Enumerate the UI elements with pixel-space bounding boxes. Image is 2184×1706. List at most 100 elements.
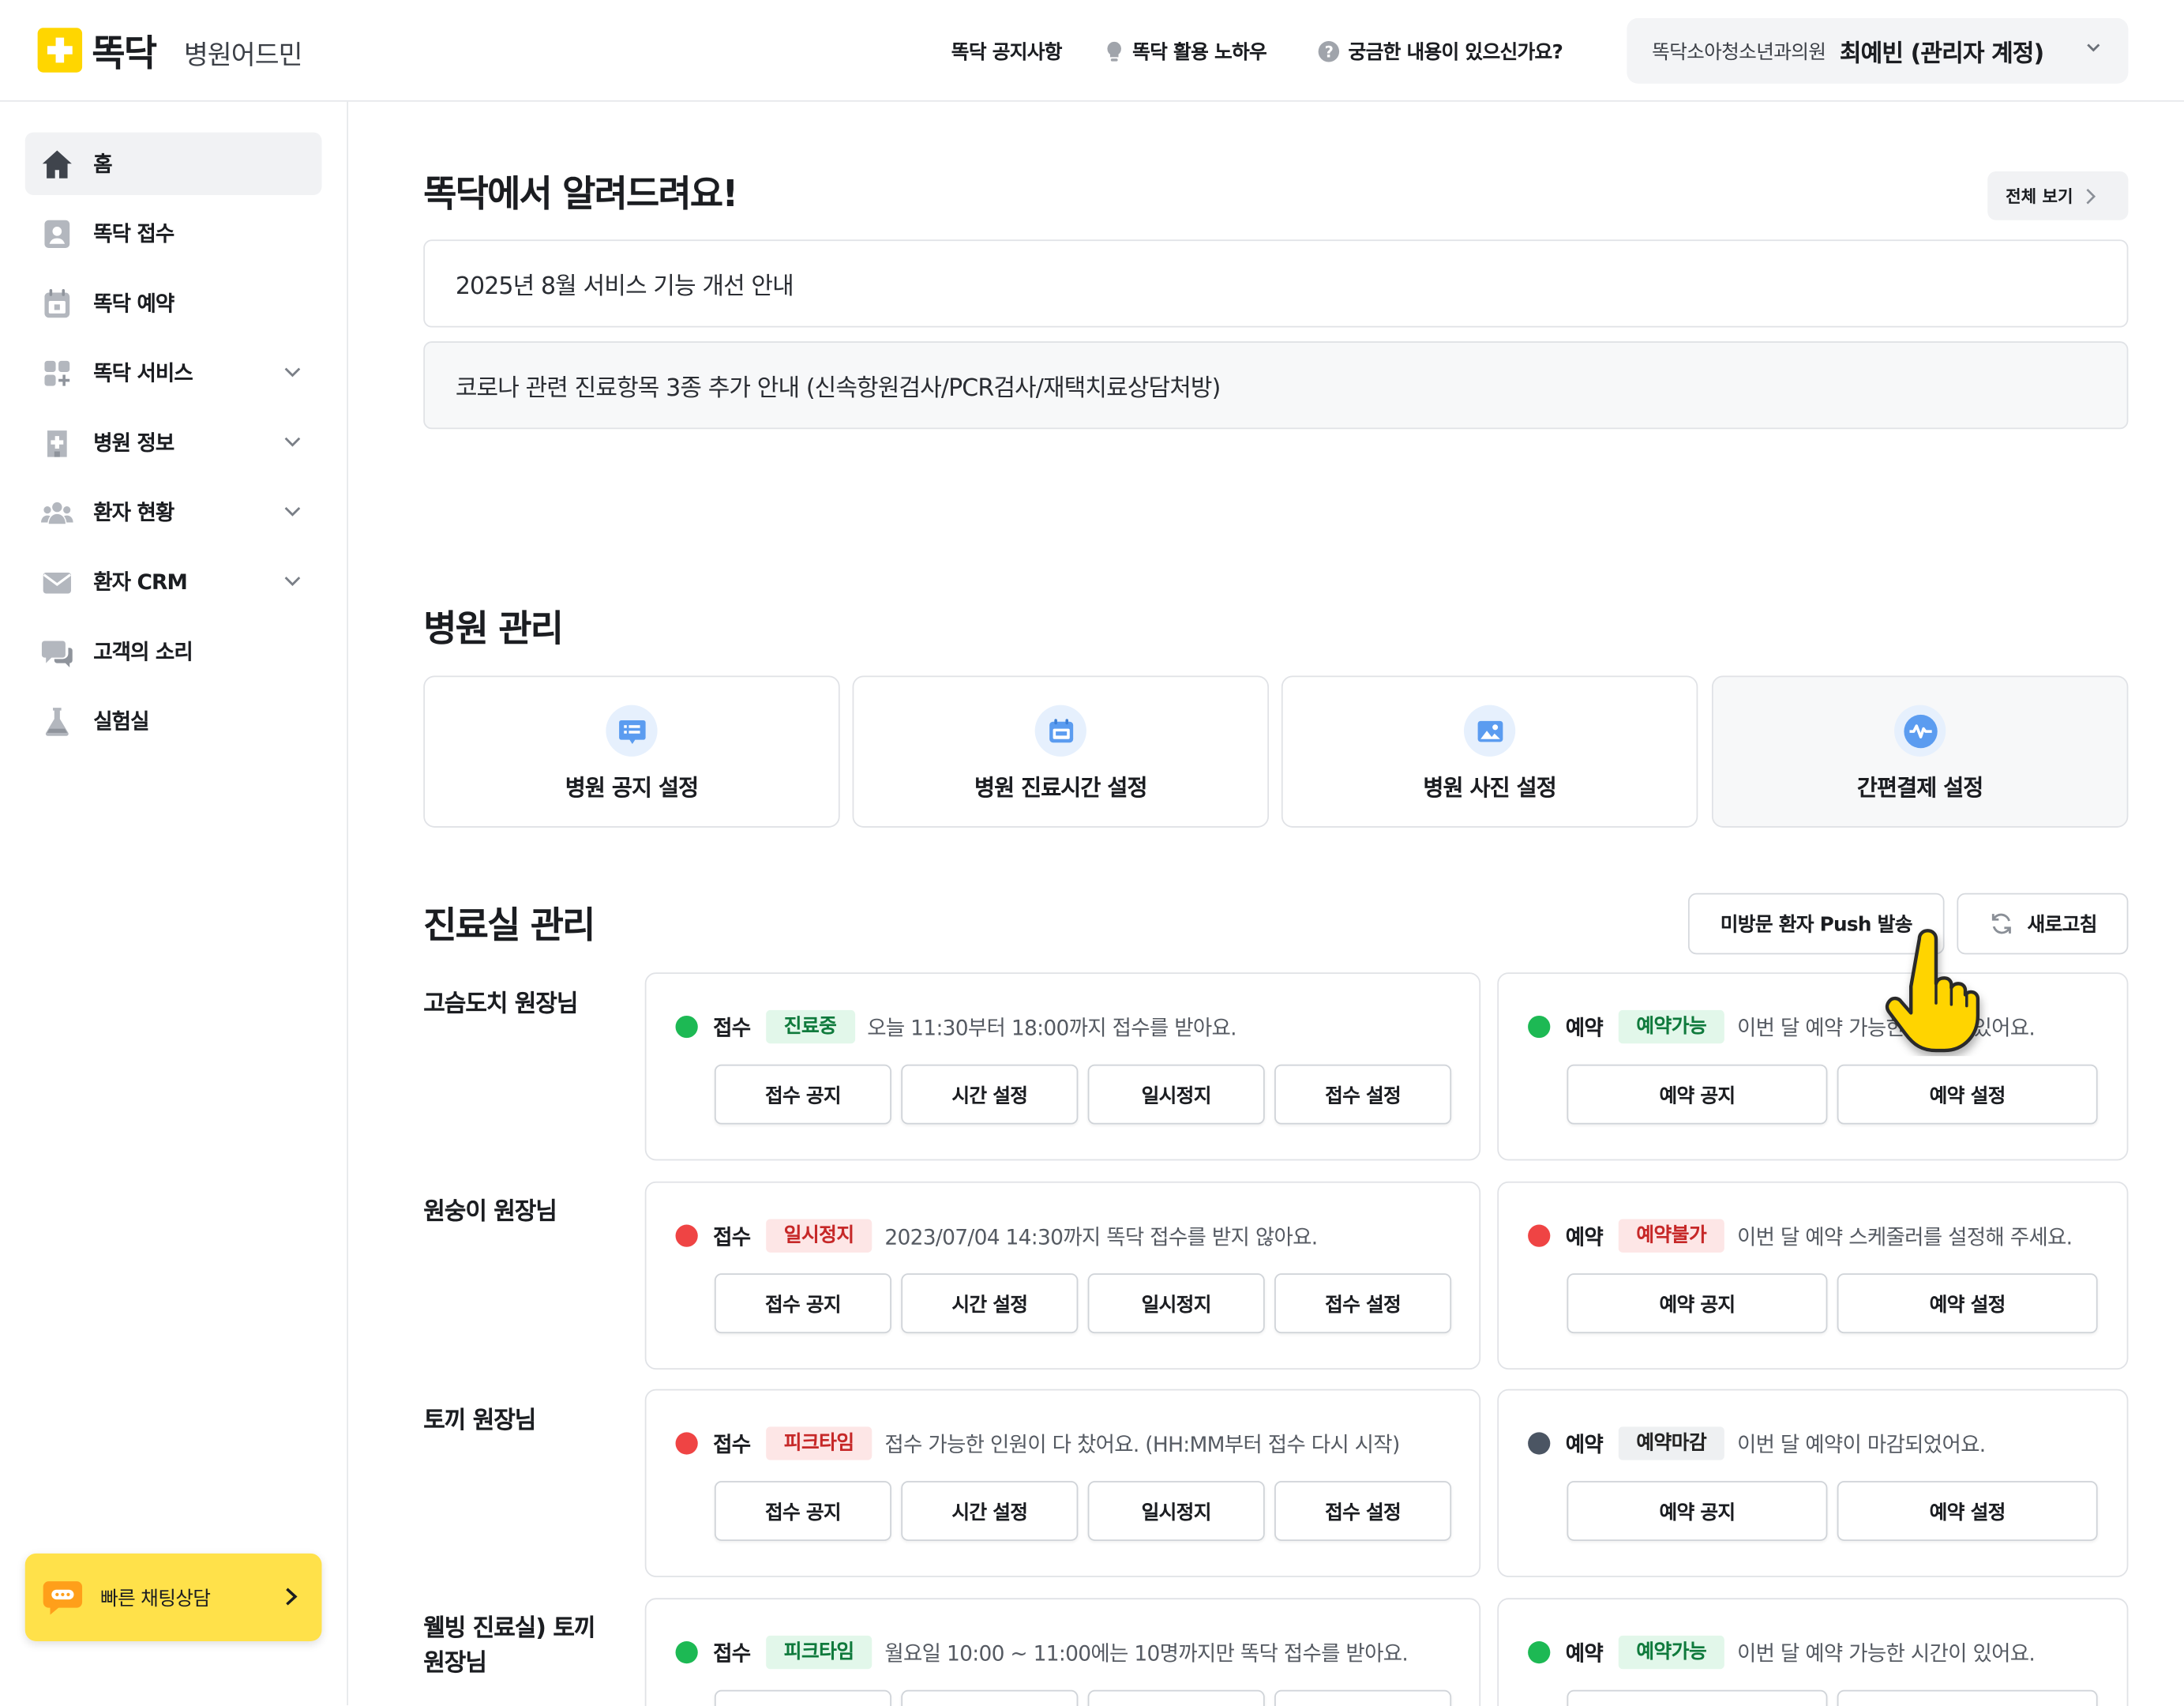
flask-icon: [45, 707, 69, 735]
reservation-type-label: 예약: [1565, 1640, 1604, 1666]
status-badge: 예약가능: [1618, 1009, 1725, 1044]
view-all-button[interactable]: 전체 보기: [1987, 171, 2129, 220]
sidebar-item-label: 똑닥 예약: [93, 291, 174, 317]
chevron-right-icon: [2087, 188, 2096, 204]
brand-subtitle: 병원어드민: [183, 40, 303, 71]
reception-action-button[interactable]: 접수 공지: [714, 1689, 891, 1706]
management-title: 병원 관리: [423, 608, 564, 651]
sidebar-item-reception[interactable]: 똑닥 접수: [25, 202, 322, 265]
nav-faq-link[interactable]: ? 궁금한 내용이 있으신가요?: [1318, 38, 1563, 66]
chevron-down-icon: [284, 437, 301, 447]
easy-payment-settings-card[interactable]: 간편결제 설정: [1711, 675, 2129, 828]
sidebar-item-home[interactable]: 홈: [24, 132, 322, 195]
reception-action-button[interactable]: 시간 설정: [901, 1064, 1079, 1125]
reservation-action-button[interactable]: 예약 설정: [1837, 1064, 2098, 1125]
reception-icon: [44, 219, 70, 248]
sidebar-item-label: 환자 CRM: [93, 569, 188, 596]
status-badge: 예약가능: [1618, 1635, 1725, 1670]
mail-icon: [43, 572, 72, 593]
reception-status-row: 접수 진료중 오늘 11:30부터 18:00까지 접수를 받아요.: [675, 1009, 1237, 1044]
reception-status-row: 접수 피크타임 접수 가능한 인원이 다 찼어요. (HH:MM부터 접수 다시 시…: [675, 1426, 1400, 1460]
reservation-action-button[interactable]: 예약 공지: [1567, 1064, 1828, 1125]
chevron-down-icon: [284, 367, 301, 378]
grid-plus-icon: [44, 359, 70, 385]
hospital-hours-settings-card[interactable]: 병원 진료시간 설정: [852, 675, 1270, 828]
reservation-type-label: 예약: [1565, 1015, 1604, 1040]
hospital-icon: [47, 430, 67, 457]
reservation-action-button[interactable]: 예약 설정: [1837, 1481, 2098, 1541]
reservation-action-button[interactable]: 예약 공지: [1567, 1481, 1828, 1541]
quick-chat-label: 빠른 채팅상담: [100, 1588, 211, 1610]
doctor-name: 웰빙 진료실) 토끼 원장님: [423, 1614, 595, 1678]
sidebar-item-label: 똑닥 서비스: [93, 360, 193, 386]
nav-tips-link[interactable]: 똑닥 활용 노하우: [1105, 38, 1267, 66]
doctor-name: 원숭이 원장님: [423, 1198, 557, 1227]
reception-action-button[interactable]: 접수 공지: [714, 1064, 891, 1125]
reservation-action-button[interactable]: 예약 공지: [1567, 1273, 1828, 1334]
status-description: 접수 가능한 인원이 다 찼어요. (HH:MM부터 접수 다시 시작): [884, 1431, 1400, 1457]
reception-action-button[interactable]: 일시정지: [1087, 1273, 1265, 1334]
reception-action-button[interactable]: 시간 설정: [901, 1689, 1079, 1706]
reception-action-button[interactable]: 접수 설정: [1274, 1064, 1452, 1125]
reservation-action-button[interactable]: 예약 공지: [1567, 1689, 1828, 1706]
reception-status-card: 접수 피크타임 접수 가능한 인원이 다 찼어요. (HH:MM부터 접수 다시 시…: [644, 1388, 1481, 1577]
sidebar-item-voc[interactable]: 고객의 소리: [25, 620, 322, 682]
reception-action-button[interactable]: 일시정지: [1087, 1689, 1265, 1706]
reservation-action-button[interactable]: 예약 설정: [1837, 1689, 2098, 1706]
status-dot-icon: [675, 1015, 698, 1039]
sidebar-item-lab[interactable]: 실험실: [25, 690, 322, 752]
sidebar-item-hospital-info[interactable]: 병원 정보: [25, 411, 322, 473]
notice-item[interactable]: 코로나 관련 진료항목 3종 추가 안내 (신속항원검사/PCR검사/재택치료상…: [423, 341, 2129, 430]
chevron-down-icon: [284, 577, 301, 586]
chevron-right-icon: [286, 1588, 298, 1606]
reception-action-button[interactable]: 시간 설정: [901, 1481, 1079, 1541]
sidebar-item-patients[interactable]: 환자 현황: [25, 481, 322, 543]
reservation-action-button[interactable]: 예약 설정: [1837, 1273, 2098, 1334]
reception-action-button[interactable]: 접수 공지: [714, 1481, 891, 1541]
reservation-status-card: 예약 예약가능 이번 달 예약 가능한 시간이 있어요. 예약 공지 예약 설정: [1497, 1598, 2129, 1706]
quick-chat-button[interactable]: 빠른 채팅상담: [24, 1553, 322, 1641]
reception-action-button[interactable]: 접수 설정: [1274, 1481, 1452, 1541]
chat-icon: [43, 1580, 83, 1614]
view-all-label: 전체 보기: [2006, 186, 2073, 207]
reception-action-button[interactable]: 시간 설정: [901, 1273, 1079, 1334]
sidebar-item-reservation[interactable]: 똑닥 예약: [25, 272, 322, 334]
notice-item[interactable]: 2025년 8월 서비스 기능 개선 안내: [423, 239, 2129, 328]
nav-notices-link[interactable]: 똑닥 공지사항: [951, 38, 1063, 66]
reception-action-button[interactable]: 접수 설정: [1274, 1273, 1452, 1334]
calendar-icon: [44, 288, 70, 318]
status-description: 이번 달 예약이 마감되었어요.: [1736, 1431, 1986, 1457]
top-header: 똑닥 병원어드민 똑닥 공지사항 똑닥 활용 노하우 ? 궁금한 내용이 있으신…: [0, 0, 2184, 102]
sidebar: 홈 똑닥 접수 똑닥 예약 똑닥 서비스 병원 정보 환자 현황 환자 CRM: [0, 101, 348, 1706]
reception-type-label: 접수: [713, 1640, 751, 1666]
status-dot-icon: [1528, 1640, 1551, 1664]
status-dot-icon: [675, 1432, 698, 1455]
people-icon: [41, 502, 73, 524]
reception-action-button[interactable]: 접수 설정: [1274, 1689, 1452, 1706]
notice-list-icon: [606, 705, 658, 757]
nav-faq-label: 궁금한 내용이 있으신가요?: [1348, 41, 1563, 65]
sidebar-item-crm[interactable]: 환자 CRM: [25, 551, 322, 613]
account-dropdown[interactable]: 똑닥소아청소년과의원 최예빈 (관리자 계정): [1627, 17, 2129, 84]
hospital-photo-settings-card[interactable]: 병원 사진 설정: [1281, 675, 1698, 828]
status-badge: 일시정지: [765, 1219, 872, 1253]
brand-logo[interactable]: 똑닥: [92, 25, 157, 77]
reservation-type-label: 예약: [1565, 1223, 1604, 1249]
status-badge: 예약마감: [1618, 1426, 1725, 1460]
status-description: 월요일 10:00 ~ 11:00에는 10명까지만 똑닥 접수를 받아요.: [884, 1640, 1409, 1666]
status-description: 이번 달 예약 스케줄러를 설정해 주세요.: [1736, 1223, 2073, 1249]
hospital-notice-settings-card[interactable]: 병원 공지 설정: [423, 675, 840, 828]
status-dot-icon: [1528, 1432, 1551, 1455]
status-description: 오늘 11:30부터 18:00까지 접수를 받아요.: [867, 1015, 1236, 1040]
sidebar-item-services[interactable]: 똑닥 서비스: [25, 341, 322, 404]
logo-cross-icon[interactable]: [37, 28, 83, 73]
reception-action-button[interactable]: 일시정지: [1087, 1481, 1265, 1541]
nav-tips-label: 똑닥 활용 노하우: [1132, 41, 1267, 65]
reception-action-button[interactable]: 일시정지: [1087, 1064, 1265, 1125]
question-icon: ?: [1318, 41, 1340, 62]
payment-wave-icon: [1894, 705, 1946, 757]
card-label: 병원 진료시간 설정: [974, 774, 1147, 802]
image-icon: [1463, 705, 1516, 757]
reception-action-button[interactable]: 접수 공지: [714, 1273, 891, 1334]
hospital-name: 똑닥소아청소년과의원: [1652, 41, 1826, 64]
